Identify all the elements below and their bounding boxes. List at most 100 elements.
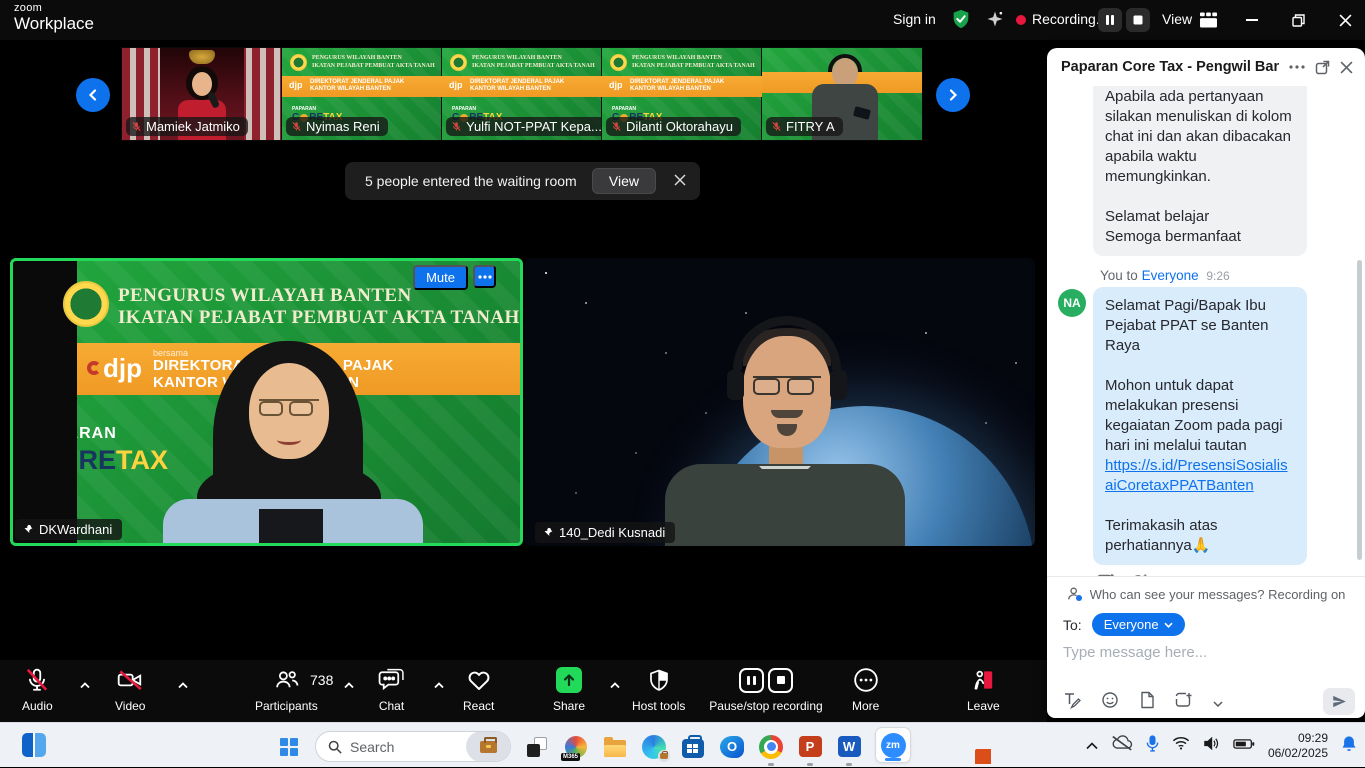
format-text-icon[interactable]: [1063, 691, 1081, 714]
camera-off-icon: [116, 666, 144, 694]
close-notification-icon[interactable]: [674, 173, 686, 189]
shield-icon: [647, 666, 671, 694]
mic-in-use-icon[interactable]: [1146, 735, 1159, 757]
filmstrip-tile[interactable]: PENGURUS WILAYAH BANTENIKATAN PEJABAT PE…: [282, 48, 442, 140]
powerpoint-icon[interactable]: P: [797, 734, 823, 760]
pause-stop-recording-button[interactable]: Pause/stop recording: [693, 666, 839, 713]
mic-muted-icon: [291, 121, 302, 132]
audio-options-chevron[interactable]: [80, 676, 90, 694]
share-button[interactable]: Share: [553, 666, 585, 713]
privacy-note[interactable]: Who can see your messages? Recording on: [1047, 576, 1365, 602]
chat-options-chevron[interactable]: [434, 676, 444, 694]
mic-muted-icon: [611, 121, 622, 132]
taskbar-search[interactable]: [315, 731, 511, 762]
pop-out-icon[interactable]: [1315, 60, 1330, 75]
task-view-icon[interactable]: [524, 734, 550, 760]
pin-icon: [541, 526, 554, 539]
pin-icon: [21, 523, 34, 536]
speaker-icon[interactable]: [1203, 736, 1220, 756]
compose-more-chevron[interactable]: [1213, 694, 1223, 712]
mute-participant-button[interactable]: Mute: [413, 265, 468, 290]
attach-file-icon[interactable]: [1139, 691, 1155, 714]
tray-time: 09:29: [1268, 731, 1328, 746]
taskbar-clock[interactable]: 09:29 06/02/2025: [1268, 731, 1328, 761]
video-button[interactable]: Video: [115, 666, 145, 713]
audio-button[interactable]: Audio: [22, 666, 53, 713]
chat-more-icon[interactable]: [1289, 65, 1305, 69]
tray-chevron-icon[interactable]: [1086, 737, 1098, 755]
react-button[interactable]: React: [463, 666, 494, 713]
video-tile-participant[interactable]: 140_Dedi Kusnadi: [525, 258, 1035, 546]
ippat-logo: [63, 281, 109, 327]
host-tools-button[interactable]: Host tools: [632, 666, 685, 713]
send-message-button[interactable]: [1323, 688, 1355, 715]
participants-button[interactable]: Participants: [255, 666, 318, 713]
onedrive-paused-icon[interactable]: [1111, 735, 1133, 756]
word-icon[interactable]: W: [836, 734, 862, 760]
leave-button[interactable]: Leave: [967, 666, 1000, 713]
search-input[interactable]: [350, 739, 458, 755]
gallery-prev-button[interactable]: [76, 78, 110, 112]
stop-recording-button[interactable]: [1126, 8, 1150, 32]
recording-dot-icon: [1016, 15, 1026, 25]
share-screen-icon: [556, 667, 582, 693]
wifi-icon[interactable]: [1172, 736, 1190, 755]
chat-panel: Paparan Core Tax - Pengwil Bante... Apab…: [1047, 48, 1365, 718]
tile-more-options-button[interactable]: [473, 265, 496, 288]
recipient-select[interactable]: Everyone: [1092, 613, 1185, 636]
space-background: [545, 272, 547, 274]
file-explorer-icon[interactable]: [602, 734, 628, 760]
partial-app-icon: [975, 749, 991, 764]
recipient-link[interactable]: Everyone: [1142, 268, 1199, 283]
banner-org-title: PENGURUS WILAYAH BANTENIKATAN PEJABAT PE…: [118, 285, 520, 329]
chat-message-input[interactable]: [1063, 644, 1343, 661]
logo-workplace: Workplace: [14, 15, 94, 32]
chat-scrollbar[interactable]: [1357, 260, 1362, 560]
close-window-button[interactable]: [1325, 0, 1365, 40]
share-options-chevron[interactable]: [610, 676, 620, 694]
participant-name-pill: DKWardhani: [15, 519, 122, 540]
filmstrip-tile[interactable]: FITRY A: [762, 48, 922, 140]
view-button[interactable]: View: [1162, 11, 1192, 27]
speaker-person: [163, 341, 423, 546]
emoji-icon[interactable]: [1101, 691, 1119, 714]
zoom-workplace-logo: zoom Workplace: [14, 3, 94, 32]
gallery-next-button[interactable]: [936, 78, 970, 112]
chat-button[interactable]: Chat: [378, 666, 405, 713]
filmstrip-tile[interactable]: PENGURUS WILAYAH BANTENIKATAN PEJABAT PE…: [442, 48, 602, 140]
view-layout-icon[interactable]: [1200, 12, 1217, 33]
pause-recording-button[interactable]: [1098, 8, 1122, 32]
waiting-room-view-button[interactable]: View: [592, 168, 656, 194]
search-highlight-icon[interactable]: [466, 731, 510, 762]
close-chat-icon[interactable]: [1340, 61, 1353, 74]
outlook-icon[interactable]: O: [719, 734, 745, 760]
participants-options-chevron[interactable]: [344, 676, 354, 694]
titlebar: zoom Workplace Sign in Recording... View: [0, 0, 1365, 40]
screenshot-icon[interactable]: [1175, 692, 1193, 713]
edge-icon[interactable]: [641, 734, 667, 760]
security-shield-icon[interactable]: [950, 8, 972, 35]
message-meta: You to Everyone 9:26: [1100, 268, 1365, 283]
copilot-m365-icon[interactable]: M365: [563, 734, 589, 760]
ai-companion-icon[interactable]: [985, 9, 1005, 34]
zoom-app-icon[interactable]: zm: [875, 727, 911, 763]
notification-bell-icon[interactable]: [1341, 735, 1357, 757]
video-options-chevron[interactable]: [178, 676, 188, 694]
chrome-icon[interactable]: [758, 734, 784, 760]
video-filmstrip: Mamiek Jatmiko PENGURUS WILAYAH BANTENIK…: [122, 48, 922, 140]
filmstrip-tile[interactable]: Mamiek Jatmiko: [122, 48, 282, 140]
filmstrip-tile[interactable]: PENGURUS WILAYAH BANTENIKATAN PEJABAT PE…: [602, 48, 762, 140]
video-tile-speaker[interactable]: djp bersama DIREKTORAT JENDERAL PAJAKKAN…: [10, 258, 523, 546]
battery-icon[interactable]: [1233, 737, 1255, 755]
more-button[interactable]: More: [852, 666, 879, 713]
minimize-button[interactable]: [1232, 0, 1272, 40]
sign-in-button[interactable]: Sign in: [893, 11, 936, 27]
maximize-button[interactable]: [1278, 0, 1318, 40]
presensi-link[interactable]: https://s.id/PresensiSosialisaiCoretaxPP…: [1105, 456, 1295, 496]
pause-stop-icons: [739, 666, 793, 694]
microsoft-store-icon[interactable]: [680, 734, 706, 760]
widgets-icon[interactable]: [22, 733, 46, 757]
privacy-person-icon: [1067, 586, 1083, 602]
start-button[interactable]: [276, 734, 302, 760]
participant-person: [655, 314, 915, 546]
